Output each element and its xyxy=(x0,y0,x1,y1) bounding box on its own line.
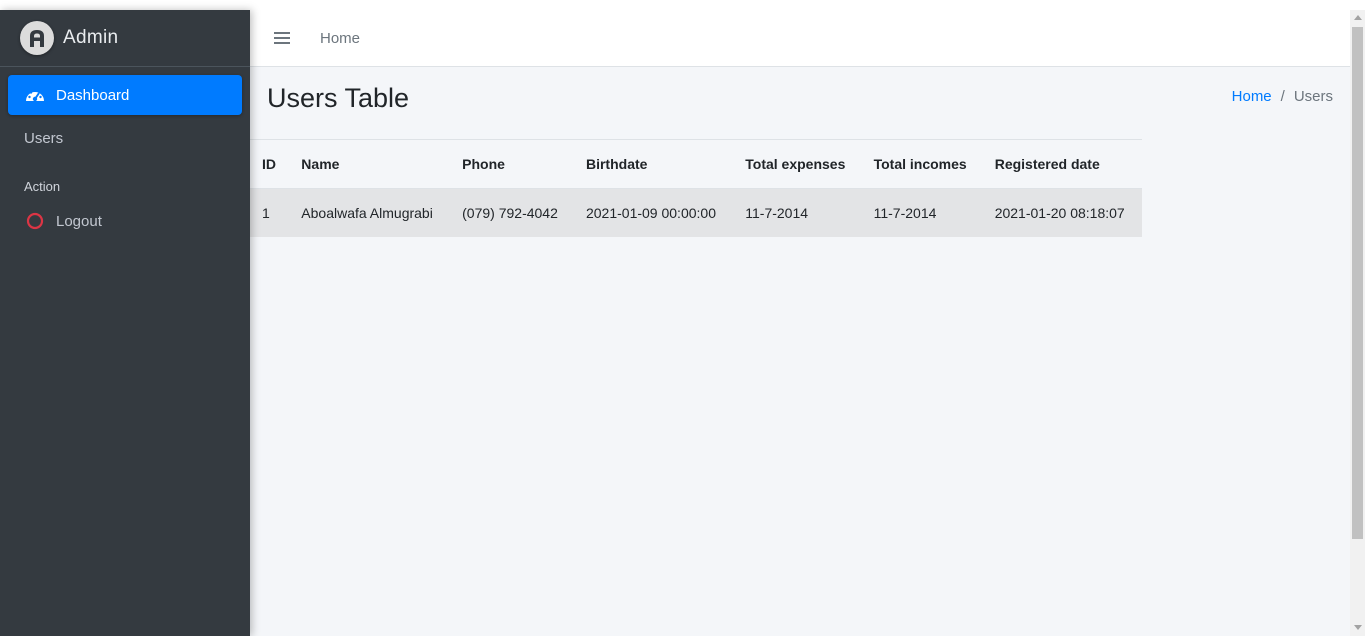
column-header-id: ID xyxy=(250,139,290,189)
column-header-name: Name xyxy=(289,139,451,189)
brand-logo-icon xyxy=(20,21,54,55)
circle-outline-icon xyxy=(24,212,46,230)
scroll-up-arrow-icon[interactable] xyxy=(1354,15,1362,20)
breadcrumb-current: Users xyxy=(1293,88,1333,105)
table-row[interactable]: 1 Aboalwafa Almugrabi (079) 792-4042 202… xyxy=(250,188,1142,237)
scrollbar-thumb[interactable] xyxy=(1352,27,1363,539)
brand[interactable]: Admin xyxy=(0,10,250,67)
top-navbar: Home xyxy=(250,10,1350,67)
vertical-scrollbar[interactable] xyxy=(1350,10,1365,636)
menu-toggle-icon[interactable] xyxy=(274,32,290,44)
breadcrumb: Home / Users xyxy=(1232,88,1333,105)
sidebar-item-logout[interactable]: Logout xyxy=(8,201,242,241)
content-header: Users Table Home / Users xyxy=(250,67,1350,139)
sidebar-item-label: Dashboard xyxy=(56,86,130,104)
top-strip xyxy=(0,0,1365,10)
table-cell-registered-date: 2021-01-20 08:18:07 xyxy=(982,188,1142,237)
column-header-birthdate: Birthdate xyxy=(573,139,734,189)
table-header-row: ID Name Phone Birthdate Total expenses T… xyxy=(250,139,1142,189)
main-content: Home Users Table Home / Users ID Name Ph… xyxy=(250,10,1350,636)
column-header-total-incomes: Total incomes xyxy=(861,139,983,189)
sidebar-item-label: Logout xyxy=(56,212,102,230)
navbar-home-link[interactable]: Home xyxy=(320,30,360,47)
table-cell-total-incomes: 11-7-2014 xyxy=(861,188,983,237)
column-header-total-expenses: Total expenses xyxy=(733,139,862,189)
column-header-registered-date: Registered date xyxy=(982,139,1142,189)
sidebar-section-header: Action xyxy=(24,179,61,194)
table-cell-name: Aboalwafa Almugrabi xyxy=(289,188,451,237)
column-header-phone: Phone xyxy=(450,139,574,189)
breadcrumb-separator: / xyxy=(1280,88,1285,105)
table-body: 1 Aboalwafa Almugrabi (079) 792-4042 202… xyxy=(250,188,1142,237)
tachometer-icon xyxy=(24,86,46,104)
table-cell-birthdate: 2021-01-09 00:00:00 xyxy=(573,188,734,237)
brand-title: Admin xyxy=(63,27,119,48)
sidebar-nav: Dashboard Users Action Logout xyxy=(0,67,250,241)
table-cell-id: 1 xyxy=(250,188,290,237)
scroll-down-arrow-icon[interactable] xyxy=(1354,625,1362,630)
table-header: ID Name Phone Birthdate Total expenses T… xyxy=(250,139,1142,189)
sidebar-item-label: Users xyxy=(24,129,64,147)
sidebar-item-dashboard[interactable]: Dashboard xyxy=(8,75,242,115)
sidebar-item-users[interactable]: Users xyxy=(8,118,242,158)
table-cell-total-expenses: 11-7-2014 xyxy=(733,188,862,237)
table-cell-phone: (079) 792-4042 xyxy=(450,188,574,237)
users-table: ID Name Phone Birthdate Total expenses T… xyxy=(250,139,1142,237)
breadcrumb-home-link[interactable]: Home xyxy=(1232,88,1272,105)
page-title: Users Table xyxy=(267,83,410,113)
sidebar: Admin Dashboard Users Action Logout xyxy=(0,10,250,636)
